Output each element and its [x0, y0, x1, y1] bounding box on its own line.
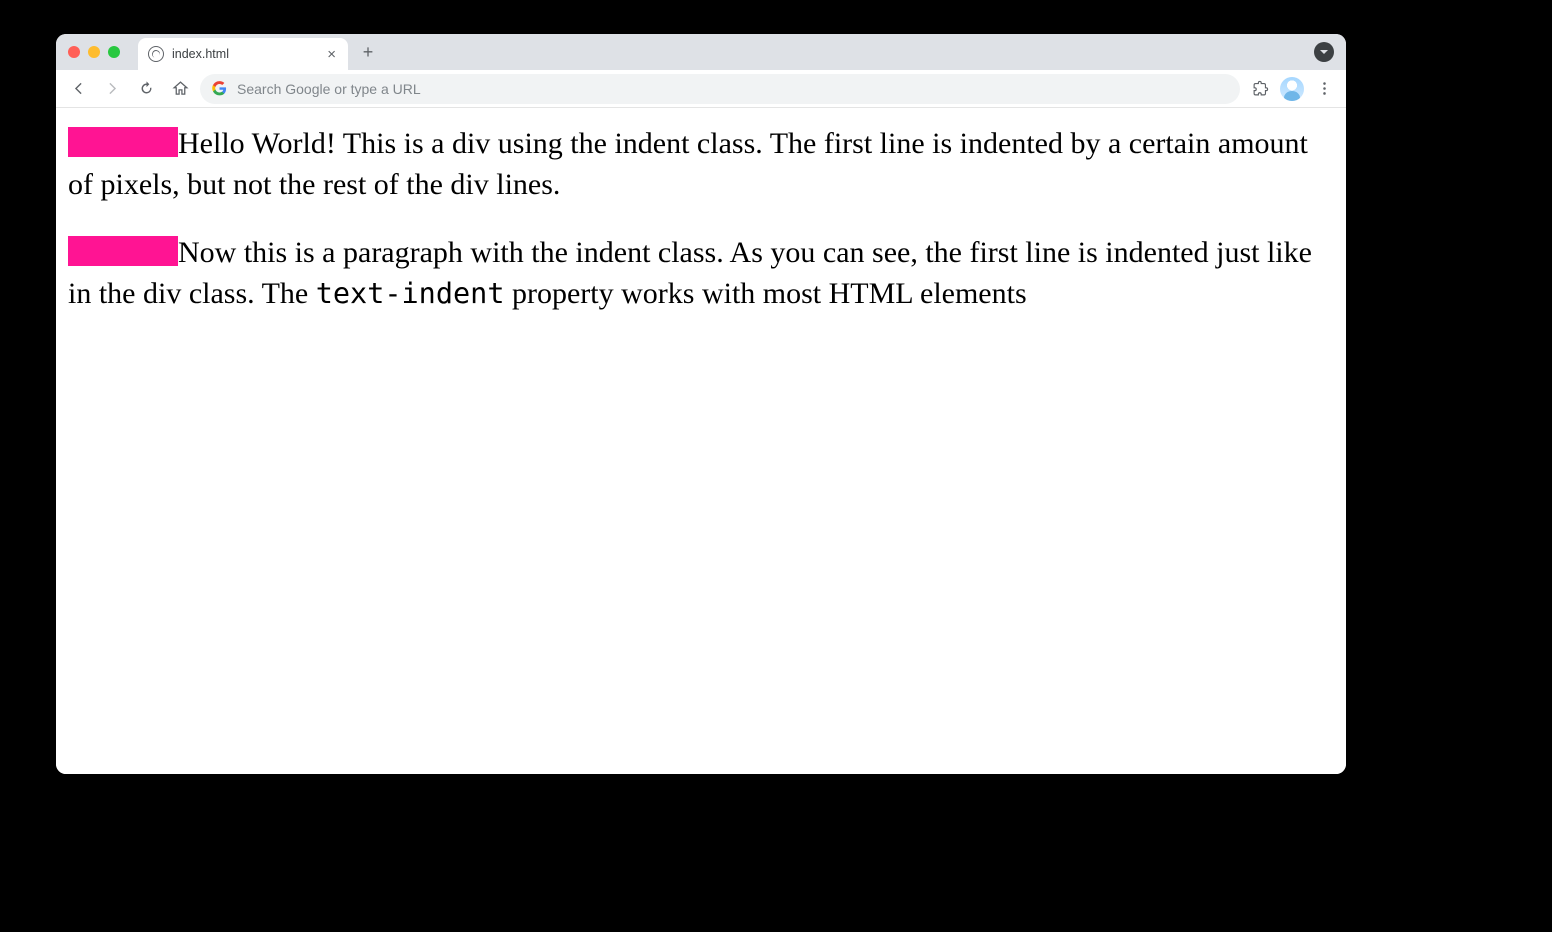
close-tab-button[interactable]: × [325, 47, 338, 62]
minimize-window-button[interactable] [88, 46, 100, 58]
code-keyword: text-indent [316, 277, 505, 310]
chevron-down-icon [1319, 47, 1329, 57]
reload-button[interactable] [132, 75, 160, 103]
home-button[interactable] [166, 75, 194, 103]
reload-icon [138, 80, 155, 97]
new-tab-button[interactable]: + [354, 38, 382, 66]
page-content: Hello World! This is a div using the ind… [56, 108, 1346, 350]
paragraph-text-b: property works with most HTML elements [504, 277, 1026, 310]
google-icon [212, 81, 227, 96]
arrow-right-icon [104, 80, 121, 97]
omnibox-placeholder: Search Google or type a URL [237, 81, 421, 97]
extensions-button[interactable] [1246, 75, 1274, 103]
indent-highlight [68, 127, 178, 157]
puzzle-icon [1252, 80, 1269, 97]
fullscreen-window-button[interactable] [108, 46, 120, 58]
profile-avatar[interactable] [1280, 77, 1304, 101]
page-viewport[interactable]: Hello World! This is a div using the ind… [56, 108, 1346, 774]
globe-icon [148, 46, 164, 62]
browser-tab[interactable]: index.html × [138, 38, 348, 70]
home-icon [172, 80, 189, 97]
tab-overflow-button[interactable] [1314, 42, 1334, 62]
browser-window: index.html × + Search Google [56, 34, 1346, 774]
forward-button[interactable] [98, 75, 126, 103]
example-div-block: Hello World! This is a div using the ind… [68, 124, 1334, 205]
window-controls [68, 46, 120, 58]
div-text: Hello World! This is a div using the ind… [68, 127, 1308, 201]
toolbar: Search Google or type a URL [56, 70, 1346, 108]
back-button[interactable] [64, 75, 92, 103]
tab-title: index.html [172, 47, 317, 61]
indent-highlight [68, 236, 178, 266]
omnibox[interactable]: Search Google or type a URL [200, 74, 1240, 104]
example-paragraph-block: Now this is a paragraph with the indent … [68, 233, 1334, 314]
arrow-left-icon [70, 80, 87, 97]
menu-button[interactable] [1310, 75, 1338, 103]
kebab-icon [1316, 80, 1333, 97]
tab-strip: index.html × + [56, 34, 1346, 70]
close-window-button[interactable] [68, 46, 80, 58]
